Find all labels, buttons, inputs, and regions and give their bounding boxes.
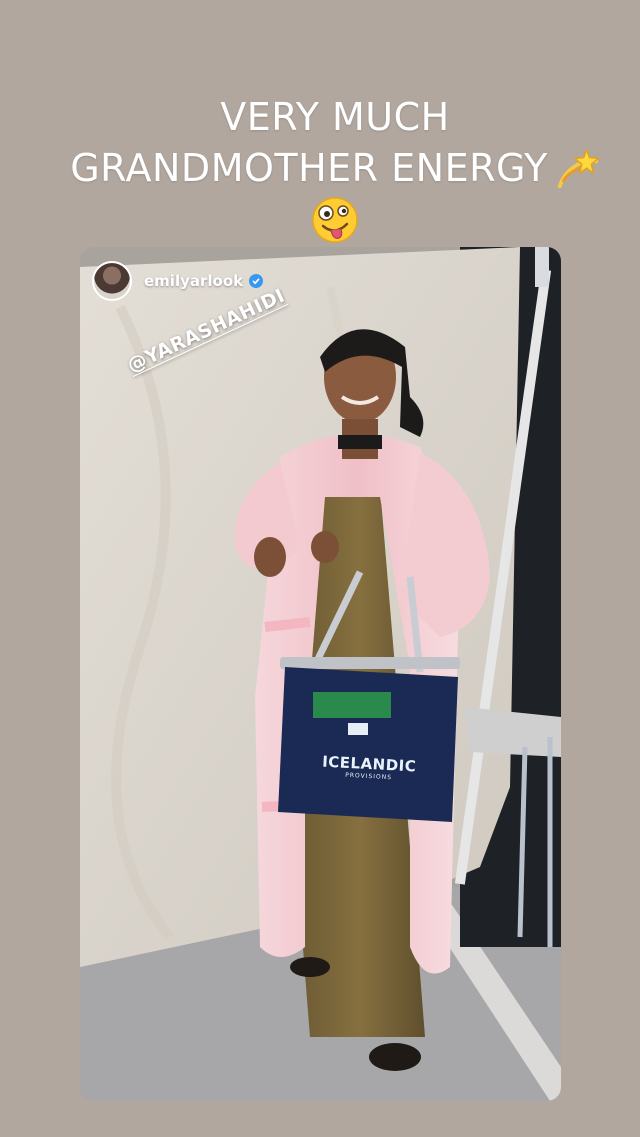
caption-line-2: GRANDMOTHER ENERGY [40,143,630,194]
caption-line-1: VERY MUCH [220,95,450,139]
story-caption: VERY MUCH GRANDMOTHER ENERGY [40,92,630,244]
dizzy-emoji-icon [557,147,600,188]
story-header[interactable]: emilyarlook [92,259,264,303]
bag-logo: ICELANDIC PROVISIONS [321,753,417,783]
caption-line-2-text: GRANDMOTHER ENERGY [70,146,548,190]
zany-face-emoji-icon [312,197,358,243]
verified-badge-icon [249,274,264,288]
username[interactable]: emilyarlook [144,272,243,290]
story-photo [80,247,561,1101]
story-media-card[interactable]: ICELANDIC PROVISIONS emilyarlook @YARASH… [80,247,561,1101]
avatar[interactable] [92,261,132,301]
